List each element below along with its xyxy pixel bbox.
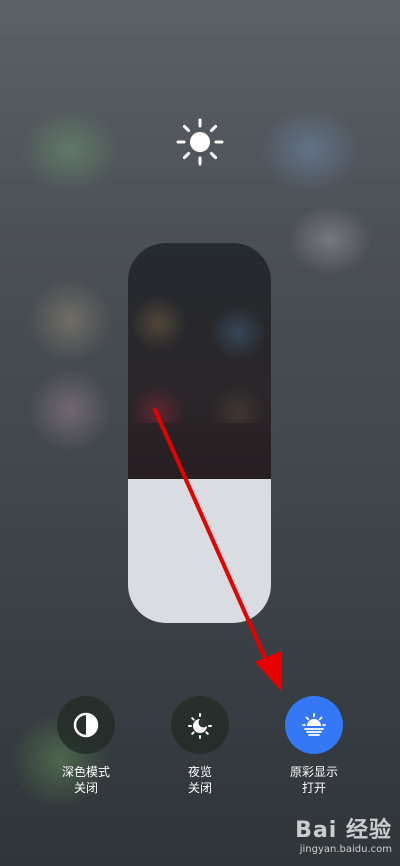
true-tone-button[interactable] xyxy=(285,696,343,754)
night-view-toggle[interactable]: 夜览 关闭 xyxy=(145,696,255,796)
night-view-button[interactable] xyxy=(171,696,229,754)
true-tone-state: 打开 xyxy=(301,781,326,795)
true-tone-toggle[interactable]: 原彩显示 打开 xyxy=(259,696,369,796)
true-tone-label: 原彩显示 xyxy=(289,765,338,779)
dark-mode-toggle[interactable]: 深色模式 关闭 xyxy=(31,696,141,796)
watermark-url: jingyan.baidu.com xyxy=(299,844,392,855)
baidu-jingyan-watermark: Bai 经验 jingyan.baidu.com xyxy=(272,812,392,862)
control-center-screen: 深色模式 关闭 夜览 关闭 原彩显示 打开 Bai 经验 jingyan.bai… xyxy=(0,0,400,866)
contrast-icon xyxy=(73,712,99,738)
dark-mode-button[interactable] xyxy=(57,696,115,754)
dark-mode-state: 关闭 xyxy=(73,781,98,795)
night-view-label: 夜览 xyxy=(187,765,212,779)
brightness-slider-fill xyxy=(128,478,271,623)
night-sun-moon-icon xyxy=(188,713,212,739)
sun-icon xyxy=(176,118,224,166)
brightness-slider[interactable] xyxy=(128,243,271,623)
night-view-state: 关闭 xyxy=(187,781,212,795)
display-controls: 深色模式 关闭 夜览 关闭 原彩显示 打开 xyxy=(0,696,400,806)
slider-background xyxy=(128,283,271,423)
watermark-brand: Bai 经验 xyxy=(295,818,392,843)
true-tone-sun-icon xyxy=(302,713,326,736)
dark-mode-label: 深色模式 xyxy=(61,765,110,779)
